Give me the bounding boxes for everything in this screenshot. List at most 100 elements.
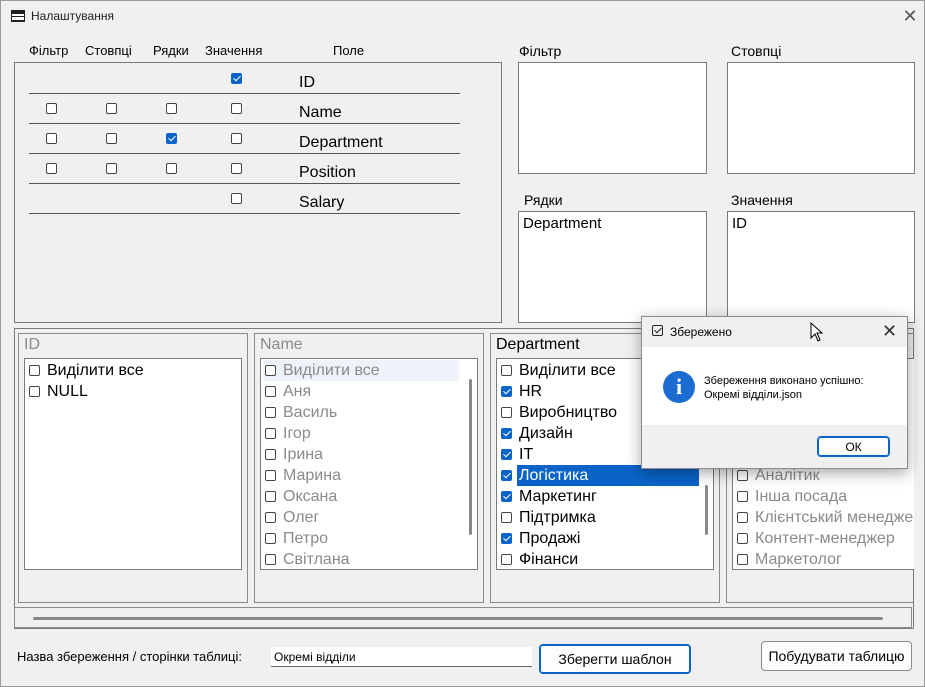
values-area-item[interactable]: ID (732, 215, 747, 232)
close-icon[interactable]: ✕ (898, 4, 922, 28)
checkbox[interactable] (29, 386, 40, 397)
list-item[interactable]: Виділити все (263, 360, 459, 381)
checkbox[interactable] (265, 365, 276, 376)
ok-button[interactable]: ОК (817, 436, 890, 457)
filter-checkbox-department[interactable] (46, 133, 57, 144)
dialog-footer: ОК (642, 425, 907, 468)
rows-checkbox-name[interactable] (166, 103, 177, 114)
header-columns: Стовпці (85, 43, 132, 58)
name-filter-list: Виділити все Аня Василь Ігор Ірина Марин… (260, 358, 478, 570)
checkbox[interactable] (501, 428, 512, 439)
checkbox[interactable] (501, 512, 512, 523)
department-filter-title: Department (496, 336, 580, 353)
table-icon (11, 10, 25, 22)
values-checkbox-name[interactable] (231, 103, 242, 114)
list-item[interactable]: Олег (263, 507, 459, 528)
list-item[interactable]: Ірина (263, 444, 459, 465)
list-item[interactable]: Аня (263, 381, 459, 402)
list-item[interactable]: Петро (263, 528, 459, 549)
window-title: Налаштування (31, 9, 114, 23)
columns-checkbox-position[interactable] (106, 163, 117, 174)
checkbox[interactable] (501, 554, 512, 565)
list-item[interactable]: Клієнтський менедже (735, 507, 914, 528)
row-divider (29, 183, 460, 184)
checkbox[interactable] (501, 365, 512, 376)
horizontal-scrollbar[interactable] (14, 607, 912, 628)
columns-checkbox-name[interactable] (106, 103, 117, 114)
list-item[interactable]: Маркетинг (499, 486, 695, 507)
scrollbar[interactable] (469, 379, 472, 535)
list-item[interactable]: Ігор (263, 423, 459, 444)
filter-area-box[interactable] (518, 62, 707, 174)
checkbox[interactable] (265, 512, 276, 523)
dialog-message-line2: Окремі відділи.json (704, 389, 803, 401)
checkbox[interactable] (737, 470, 748, 481)
values-checkbox-position[interactable] (231, 163, 242, 174)
columns-area-label: Стовпці (731, 43, 782, 59)
list-item[interactable]: Продажі (499, 528, 695, 549)
saved-dialog: Збережено ✕ i Збереження виконано успішн… (641, 316, 908, 469)
rows-area-item[interactable]: Department (523, 215, 601, 232)
list-item[interactable]: Марина (263, 465, 459, 486)
list-item[interactable]: Інша посада (735, 486, 914, 507)
list-item[interactable]: Маркетолог (735, 549, 914, 569)
checkbox[interactable] (265, 407, 276, 418)
values-area-box[interactable]: ID (727, 211, 915, 323)
close-icon[interactable]: ✕ (882, 321, 897, 341)
checkbox[interactable] (265, 428, 276, 439)
checkbox[interactable] (265, 470, 276, 481)
list-item[interactable]: Фінанси (499, 549, 695, 569)
filter-checkbox-name[interactable] (46, 103, 57, 114)
id-filter-list: Виділити все NULL (24, 358, 242, 570)
filter-checkbox-position[interactable] (46, 163, 57, 174)
dialog-title-bar: Збережено ✕ (642, 317, 907, 347)
save-template-button[interactable]: Зберегти шаблон (539, 644, 691, 674)
row-divider (29, 123, 460, 124)
list-item[interactable]: Оксана (263, 486, 459, 507)
values-checkbox-salary[interactable] (231, 193, 242, 204)
list-item[interactable]: Контент-менеджер (735, 528, 914, 549)
checkbox[interactable] (737, 533, 748, 544)
checkbox[interactable] (265, 491, 276, 502)
mouse-cursor-icon (810, 322, 824, 342)
checkbox[interactable] (501, 533, 512, 544)
rows-checkbox-position[interactable] (166, 163, 177, 174)
list-item[interactable]: Світлана (263, 549, 459, 569)
header-rows: Рядки (153, 43, 189, 58)
list-item[interactable]: NULL (27, 381, 223, 402)
checkbox[interactable] (501, 386, 512, 397)
checkbox[interactable] (737, 512, 748, 523)
checkbox[interactable] (501, 449, 512, 460)
checkbox[interactable] (737, 491, 748, 502)
header-filter: Фільтр (29, 43, 69, 58)
rows-checkbox-department[interactable] (166, 133, 177, 144)
values-checkbox-department[interactable] (231, 133, 242, 144)
checkbox[interactable] (265, 449, 276, 460)
checkbox[interactable] (265, 554, 276, 565)
list-item[interactable]: Виділити все (27, 360, 223, 381)
values-checkbox-id[interactable] (231, 73, 242, 84)
checkbox[interactable] (501, 470, 512, 481)
header-values: Значення (205, 43, 263, 58)
name-filter-panel: Name Виділити все Аня Василь Ігор Ірина … (254, 333, 484, 603)
columns-area-box[interactable] (727, 62, 915, 174)
row-divider (29, 153, 460, 154)
build-table-button[interactable]: Побудувати таблицю (761, 641, 912, 671)
save-name-input[interactable] (271, 647, 532, 667)
checkbox[interactable] (265, 533, 276, 544)
checkbox[interactable] (737, 554, 748, 565)
list-item[interactable]: Підтримка (499, 507, 695, 528)
name-filter-title: Name (260, 336, 303, 353)
checkbox[interactable] (29, 365, 40, 376)
rows-area-box[interactable]: Department (518, 211, 707, 323)
id-filter-title: ID (24, 336, 40, 353)
scrollbar[interactable] (705, 485, 708, 535)
checkbox[interactable] (501, 407, 512, 418)
scrollbar-thumb[interactable] (33, 617, 883, 620)
checkbox[interactable] (265, 386, 276, 397)
list-item[interactable]: Василь (263, 402, 459, 423)
checkbox[interactable] (501, 491, 512, 502)
values-area-label: Значення (731, 192, 793, 208)
row-divider (29, 213, 460, 214)
columns-checkbox-department[interactable] (106, 133, 117, 144)
